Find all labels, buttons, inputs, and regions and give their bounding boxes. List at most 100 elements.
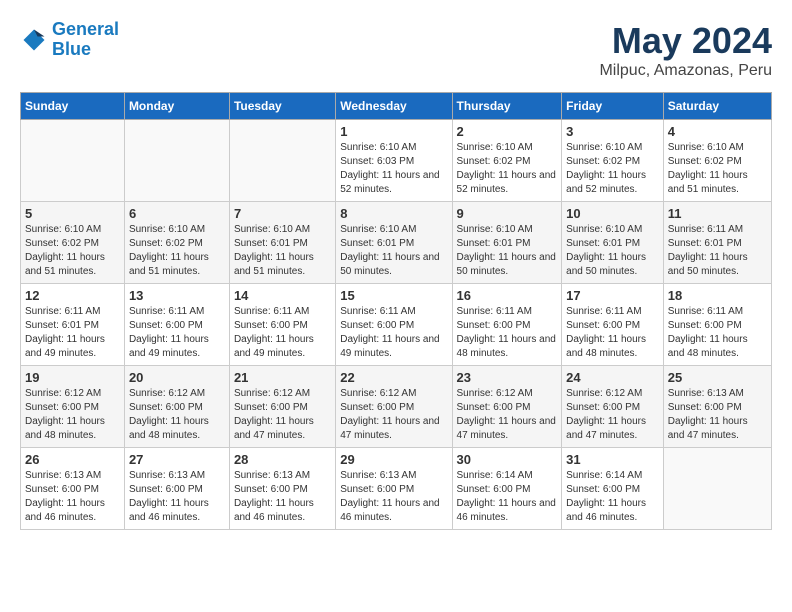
day-info: Sunrise: 6:11 AMSunset: 6:00 PMDaylight:…	[234, 305, 331, 361]
logo-text: General Blue	[52, 20, 119, 60]
day-info: Sunrise: 6:12 AMSunset: 6:00 PMDaylight:…	[340, 387, 447, 443]
week-row-2: 5 Sunrise: 6:10 AMSunset: 6:02 PMDaylight…	[21, 202, 772, 284]
calendar-cell: 7 Sunrise: 6:10 AMSunset: 6:01 PMDaylight…	[229, 202, 335, 284]
day-number: 8	[340, 206, 447, 221]
calendar-cell: 10 Sunrise: 6:10 AMSunset: 6:01 PMDayligh…	[562, 202, 664, 284]
calendar-cell: 23Sunrise: 6:12 AMSunset: 6:00 PMDayligh…	[452, 366, 562, 448]
header: General Blue May 2024 Milpuc, Amazonas, …	[20, 20, 772, 80]
day-number: 20	[129, 370, 225, 385]
week-row-4: 19 Sunrise: 6:12 AMSunset: 6:00 PMDayligh…	[21, 366, 772, 448]
calendar-cell	[663, 448, 771, 530]
calendar-cell: 28 Sunrise: 6:13 AMSunset: 6:00 PMDayligh…	[229, 448, 335, 530]
calendar-header-row: SundayMondayTuesdayWednesdayThursdayFrid…	[21, 93, 772, 120]
calendar-cell: 3 Sunrise: 6:10 AMSunset: 6:02 PMDaylight…	[562, 120, 664, 202]
calendar-cell: 2 Sunrise: 6:10 AMSunset: 6:02 PMDaylight…	[452, 120, 562, 202]
calendar-cell: 26 Sunrise: 6:13 AMSunset: 6:00 PMDayligh…	[21, 448, 125, 530]
day-number: 15	[340, 288, 447, 303]
day-number: 1	[340, 124, 447, 139]
calendar-cell: 12 Sunrise: 6:11 AMSunset: 6:01 PMDayligh…	[21, 284, 125, 366]
day-info: Sunrise: 6:13 AMSunset: 6:00 PMDaylight:…	[129, 469, 225, 525]
day-info: Sunrise: 6:10 AMSunset: 6:01 PMDaylight:…	[457, 223, 558, 279]
calendar-cell: 29Sunrise: 6:13 AMSunset: 6:00 PMDayligh…	[336, 448, 452, 530]
day-number: 26	[25, 452, 120, 467]
week-row-3: 12 Sunrise: 6:11 AMSunset: 6:01 PMDayligh…	[21, 284, 772, 366]
column-header-saturday: Saturday	[663, 93, 771, 120]
calendar-cell: 11Sunrise: 6:11 AMSunset: 6:01 PMDayligh…	[663, 202, 771, 284]
day-info: Sunrise: 6:13 AMSunset: 6:00 PMDaylight:…	[234, 469, 331, 525]
title-area: May 2024 Milpuc, Amazonas, Peru	[599, 20, 772, 80]
day-number: 31	[566, 452, 659, 467]
calendar-cell: 21Sunrise: 6:12 AMSunset: 6:00 PMDayligh…	[229, 366, 335, 448]
day-number: 10	[566, 206, 659, 221]
calendar-cell: 5 Sunrise: 6:10 AMSunset: 6:02 PMDaylight…	[21, 202, 125, 284]
column-header-tuesday: Tuesday	[229, 93, 335, 120]
day-number: 3	[566, 124, 659, 139]
calendar-cell: 27Sunrise: 6:13 AMSunset: 6:00 PMDayligh…	[124, 448, 229, 530]
day-number: 16	[457, 288, 558, 303]
day-number: 12	[25, 288, 120, 303]
day-info: Sunrise: 6:11 AMSunset: 6:00 PMDaylight:…	[457, 305, 558, 361]
day-info: Sunrise: 6:10 AMSunset: 6:02 PMDaylight:…	[457, 141, 558, 197]
day-number: 28	[234, 452, 331, 467]
day-number: 18	[668, 288, 767, 303]
calendar-cell: 6 Sunrise: 6:10 AMSunset: 6:02 PMDaylight…	[124, 202, 229, 284]
calendar-cell	[229, 120, 335, 202]
calendar-cell: 14 Sunrise: 6:11 AMSunset: 6:00 PMDayligh…	[229, 284, 335, 366]
calendar-cell: 20 Sunrise: 6:12 AMSunset: 6:00 PMDayligh…	[124, 366, 229, 448]
week-row-1: 1 Sunrise: 6:10 AMSunset: 6:03 PMDaylight…	[21, 120, 772, 202]
day-info: Sunrise: 6:13 AMSunset: 6:00 PMDaylight:…	[340, 469, 447, 525]
day-number: 5	[25, 206, 120, 221]
day-number: 17	[566, 288, 659, 303]
day-number: 7	[234, 206, 331, 221]
calendar-cell: 1 Sunrise: 6:10 AMSunset: 6:03 PMDaylight…	[336, 120, 452, 202]
week-row-5: 26 Sunrise: 6:13 AMSunset: 6:00 PMDayligh…	[21, 448, 772, 530]
day-info: Sunrise: 6:10 AMSunset: 6:01 PMDaylight:…	[566, 223, 659, 279]
day-info: Sunrise: 6:10 AMSunset: 6:01 PMDaylight:…	[340, 223, 447, 279]
calendar-cell: 22Sunrise: 6:12 AMSunset: 6:00 PMDayligh…	[336, 366, 452, 448]
column-header-friday: Friday	[562, 93, 664, 120]
calendar-cell: 30 Sunrise: 6:14 AMSunset: 6:00 PMDayligh…	[452, 448, 562, 530]
day-number: 14	[234, 288, 331, 303]
day-number: 24	[566, 370, 659, 385]
calendar-body: 1 Sunrise: 6:10 AMSunset: 6:03 PMDaylight…	[21, 120, 772, 530]
page-subtitle: Milpuc, Amazonas, Peru	[599, 62, 772, 80]
day-info: Sunrise: 6:12 AMSunset: 6:00 PMDaylight:…	[25, 387, 120, 443]
day-number: 9	[457, 206, 558, 221]
day-info: Sunrise: 6:10 AMSunset: 6:02 PMDaylight:…	[566, 141, 659, 197]
calendar-cell	[21, 120, 125, 202]
day-info: Sunrise: 6:14 AMSunset: 6:00 PMDaylight:…	[457, 469, 558, 525]
calendar-cell: 31 Sunrise: 6:14 AMSunset: 6:00 PMDayligh…	[562, 448, 664, 530]
day-number: 30	[457, 452, 558, 467]
day-info: Sunrise: 6:10 AMSunset: 6:02 PMDaylight:…	[25, 223, 120, 279]
calendar-cell: 16 Sunrise: 6:11 AMSunset: 6:00 PMDayligh…	[452, 284, 562, 366]
day-info: Sunrise: 6:13 AMSunset: 6:00 PMDaylight:…	[25, 469, 120, 525]
calendar-cell: 8 Sunrise: 6:10 AMSunset: 6:01 PMDaylight…	[336, 202, 452, 284]
day-number: 11	[668, 206, 767, 221]
calendar-table: SundayMondayTuesdayWednesdayThursdayFrid…	[20, 92, 772, 530]
calendar-cell: 17 Sunrise: 6:11 AMSunset: 6:00 PMDayligh…	[562, 284, 664, 366]
day-info: Sunrise: 6:11 AMSunset: 6:01 PMDaylight:…	[25, 305, 120, 361]
calendar-cell: 13 Sunrise: 6:11 AMSunset: 6:00 PMDayligh…	[124, 284, 229, 366]
day-number: 13	[129, 288, 225, 303]
calendar-cell: 24Sunrise: 6:12 AMSunset: 6:00 PMDayligh…	[562, 366, 664, 448]
day-number: 19	[25, 370, 120, 385]
day-info: Sunrise: 6:11 AMSunset: 6:00 PMDaylight:…	[566, 305, 659, 361]
day-info: Sunrise: 6:11 AMSunset: 6:00 PMDaylight:…	[340, 305, 447, 361]
day-info: Sunrise: 6:12 AMSunset: 6:00 PMDaylight:…	[129, 387, 225, 443]
day-info: Sunrise: 6:11 AMSunset: 6:00 PMDaylight:…	[668, 305, 767, 361]
day-number: 21	[234, 370, 331, 385]
day-info: Sunrise: 6:10 AMSunset: 6:03 PMDaylight:…	[340, 141, 447, 197]
day-info: Sunrise: 6:10 AMSunset: 6:02 PMDaylight:…	[129, 223, 225, 279]
day-number: 2	[457, 124, 558, 139]
logo-icon	[20, 26, 48, 54]
column-header-wednesday: Wednesday	[336, 93, 452, 120]
day-info: Sunrise: 6:10 AMSunset: 6:02 PMDaylight:…	[668, 141, 767, 197]
day-info: Sunrise: 6:11 AMSunset: 6:00 PMDaylight:…	[129, 305, 225, 361]
day-info: Sunrise: 6:14 AMSunset: 6:00 PMDaylight:…	[566, 469, 659, 525]
page-title: May 2024	[599, 20, 772, 62]
day-info: Sunrise: 6:10 AMSunset: 6:01 PMDaylight:…	[234, 223, 331, 279]
logo: General Blue	[20, 20, 119, 60]
calendar-cell: 4Sunrise: 6:10 AMSunset: 6:02 PMDaylight…	[663, 120, 771, 202]
calendar-cell: 9 Sunrise: 6:10 AMSunset: 6:01 PMDaylight…	[452, 202, 562, 284]
day-number: 6	[129, 206, 225, 221]
